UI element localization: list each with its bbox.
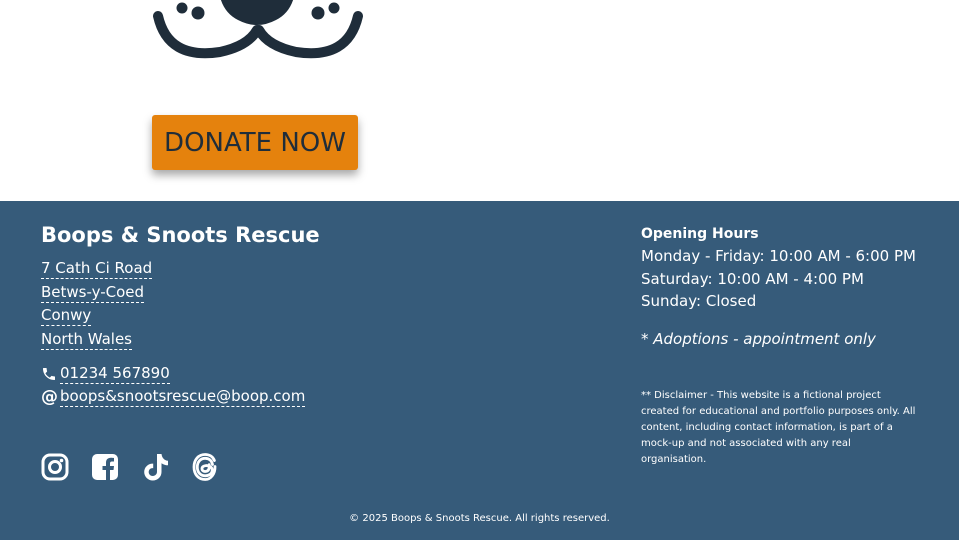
address-block: 7 Cath Ci Road Betws-y-Coed Conwy North … xyxy=(41,258,153,352)
footer-org-name: Boops & Snoots Rescue xyxy=(41,223,320,247)
facebook-icon xyxy=(92,454,118,480)
address-line-region[interactable]: North Wales xyxy=(41,329,132,350)
donate-now-button[interactable]: DONATE NOW xyxy=(152,115,358,170)
threads-icon xyxy=(192,453,217,481)
hours-sunday: Sunday: Closed xyxy=(641,292,757,310)
phone-row: 01234 567890 xyxy=(41,363,305,385)
hours-weekdays: Monday - Friday: 10:00 AM - 6:00 PM xyxy=(641,247,916,265)
at-sign-icon: @ xyxy=(41,386,58,407)
adoptions-note: * Adoptions - appointment only xyxy=(641,330,876,348)
site-footer: Boops & Snoots Rescue 7 Cath Ci Road Bet… xyxy=(0,201,959,540)
hero-section: DONATE NOW xyxy=(0,0,959,201)
tiktok-icon xyxy=(144,454,168,481)
threads-link[interactable] xyxy=(191,452,219,482)
copyright-text: © 2025 Boops & Snoots Rescue. All rights… xyxy=(349,513,610,524)
dog-snout-logo xyxy=(153,0,363,59)
tiktok-link[interactable] xyxy=(141,452,169,482)
address-line-street[interactable]: 7 Cath Ci Road xyxy=(41,258,153,279)
email-row: @ boops&snootsrescue@boop.com xyxy=(41,386,306,408)
contact-block: 01234 567890 @ boops&snootsrescue@boop.c… xyxy=(41,363,306,409)
instagram-link[interactable] xyxy=(41,452,69,482)
opening-hours-title: Opening Hours xyxy=(641,226,759,242)
opening-hours: Opening Hours Monday - Friday: 10:00 AM … xyxy=(641,226,916,313)
phone-link[interactable]: 01234 567890 xyxy=(60,364,170,384)
instagram-icon xyxy=(41,453,69,481)
address-line-town[interactable]: Betws-y-Coed xyxy=(41,282,145,303)
facebook-link[interactable] xyxy=(91,452,119,482)
social-links xyxy=(41,452,241,482)
hours-saturday: Saturday: 10:00 AM - 4:00 PM xyxy=(641,269,864,288)
phone-icon xyxy=(41,366,58,383)
disclaimer-text: ** Disclaimer - This website is a fictio… xyxy=(641,390,916,465)
address-line-county[interactable]: Conwy xyxy=(41,305,92,326)
email-link[interactable]: boops&snootsrescue@boop.com xyxy=(60,387,306,407)
